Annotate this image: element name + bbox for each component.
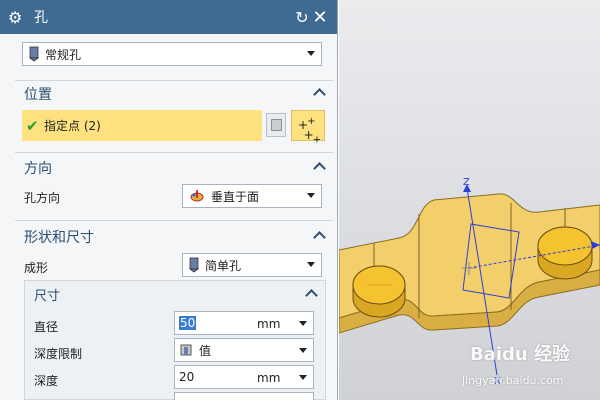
depth-input[interactable]: 20 mm [174,365,314,389]
chevron-down-icon [299,348,307,353]
reset-icon[interactable]: ↻ [293,8,311,27]
hole-direction-label: 孔方向 [24,191,61,205]
depth-limit-label: 深度限制 [34,347,83,361]
depth-limit-select[interactable]: 值 [174,338,314,362]
form-value: 简单孔 [205,258,242,273]
chevron-down-icon [307,51,315,56]
chevron-down-icon [307,262,315,267]
hole-direction-value: 垂直于面 [211,189,260,204]
form-label: 成形 [24,261,49,275]
chevron-up-icon[interactable] [313,86,327,100]
form-select[interactable]: 简单孔 [182,253,322,277]
section-divider [15,152,333,153]
close-icon[interactable]: ✕ [311,7,329,28]
section-shape-header[interactable]: 形状和尺寸 [24,227,94,247]
simple-hole-icon [189,257,199,273]
watermark-url: jingyan.baidu.com [462,374,564,387]
depth-value: 20 [179,370,195,384]
diameter-label: 直径 [34,320,59,334]
hole-type-value: 常规孔 [45,47,82,62]
diameter-input[interactable]: 50 mm [174,311,314,335]
hole-type-icon [29,46,39,62]
dialog-titlebar: ⚙ 孔 ↻ ✕ [0,0,337,34]
check-icon: ✔ [26,116,39,135]
section-divider [15,220,333,221]
depth-limit-value: 值 [199,343,212,358]
sketch-section-button[interactable] [266,113,286,137]
depth-label: 深度 [34,374,59,388]
cube-icon [271,119,282,131]
chevron-down-icon [307,193,315,198]
diameter-unit: mm [257,317,281,331]
section-divider [15,80,333,81]
specify-point-row[interactable]: ✔ 指定点 (2) [22,110,262,141]
section-direction-header[interactable]: 方向 [24,158,52,178]
hole-dialog: ⚙ 孔 ↻ ✕ 常规孔 位置 ✔ 指定点 (2) ++ ++ 方向 孔方向 垂直… [0,0,338,400]
watermark-logo: Baidu 经验 [470,344,571,365]
chevron-down-icon[interactable] [299,375,307,380]
gear-icon[interactable]: ⚙ [8,8,28,27]
chevron-up-icon[interactable] [305,287,319,301]
hole-direction-select[interactable]: 垂直于面 [182,184,322,208]
diameter-value: 50 [179,316,197,330]
axis-z-label: Z [463,177,470,188]
depth-unit: mm [257,371,281,385]
hole-right-top [537,226,593,266]
point-plus-icon: ++ ++ [298,116,321,146]
point-dialog-button[interactable]: ++ ++ [291,110,325,146]
chevron-down-icon[interactable] [299,321,307,326]
normal-to-face-icon [190,190,204,202]
next-field-input[interactable] [174,392,314,400]
dimensions-header[interactable]: 尺寸 [34,285,60,305]
hole-type-select[interactable]: 常规孔 [22,42,322,66]
chevron-up-icon[interactable] [313,160,327,174]
specify-point-label: 指定点 (2) [44,119,101,133]
section-position-header[interactable]: 位置 [24,84,52,104]
chevron-up-icon[interactable] [313,229,327,243]
dialog-title: 孔 [34,10,48,26]
depth-limit-icon [180,344,192,356]
